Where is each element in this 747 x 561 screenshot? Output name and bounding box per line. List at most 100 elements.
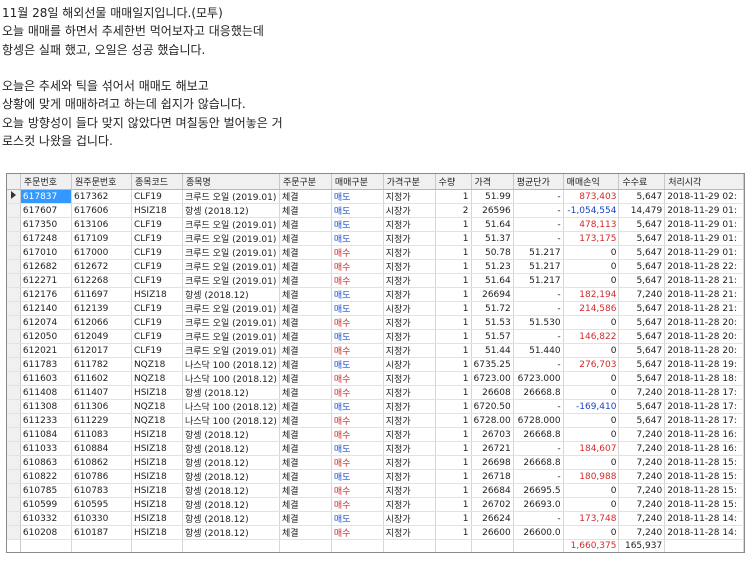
table-row[interactable]: 617350 613106 CLF19 크루드 오일 (2019.01) 체결 매도 지정가… [7, 217, 744, 232]
table-row[interactable]: 611084 611083 HSIZ18 항셍 (2018.12) 체결 매수 지정가 1 26… [7, 427, 744, 442]
column-header-time[interactable]: 처리시각 [664, 174, 744, 190]
cell-side: 매도 [331, 301, 384, 316]
column-header-price-type[interactable]: 가격구분 [383, 174, 436, 190]
column-header-order-no[interactable]: 주문번호 [20, 174, 73, 190]
row-indicator[interactable] [7, 497, 21, 512]
post-line: 상황에 맞게 매매하려고 하는데 쉽지가 않습니다. [2, 97, 246, 112]
row-indicator[interactable] [7, 483, 21, 498]
row-indicator[interactable] [7, 259, 21, 274]
cell-pnl: 146,822 [563, 329, 620, 344]
row-indicator[interactable] [7, 245, 21, 260]
row-indicator[interactable] [7, 357, 21, 372]
table-row[interactable]: 617837 617362 CLF19 크루드 오일 (2019.01) 체결 매도 지정가… [7, 189, 744, 204]
table-row[interactable]: 610599 610595 HSIZ18 항셍 (2018.12) 체결 매수 지정가 1 26… [7, 497, 744, 512]
total-fee: 165,937 [618, 539, 666, 552]
cell-price-type: 지정가 [383, 385, 436, 400]
cell-time: 2018-11-28 18: [664, 371, 744, 386]
post-line: 항셍은 실패 했고, 오일은 성공 했습니다. [2, 42, 206, 57]
table-row[interactable]: 611603 611602 NQZ18 나스닥 100 (2018.12) 체결 매수 지정… [7, 371, 744, 386]
table-row[interactable]: 617607 617606 HSIZ18 항셍 (2018.12) 체결 매도 시장가 2 26… [7, 203, 744, 218]
trade-grid[interactable]: 주문번호 원주문번호 종목코드 종목명 주문구분 매매구분 가격구분 수량 가격 평균단가 매매손익… [6, 173, 745, 553]
column-header-side[interactable]: 매매구분 [331, 174, 384, 190]
row-indicator[interactable] [7, 511, 21, 526]
cell-qty: 1 [435, 441, 472, 456]
cell-price-type: 지정가 [383, 469, 436, 484]
cell-fee: 5,647 [618, 357, 666, 372]
cell-fee: 7,240 [618, 455, 666, 470]
total-blank-cell [331, 539, 384, 552]
cell-order-type: 체결 [279, 259, 332, 274]
row-indicator[interactable] [7, 203, 21, 218]
cell-order-no: 610332 [20, 511, 73, 526]
row-indicator[interactable] [7, 301, 21, 316]
cell-orig-order-no: 612139 [71, 301, 132, 316]
table-row[interactable]: 611408 611407 HSIZ18 항셍 (2018.12) 체결 매수 지정가 1 26… [7, 385, 744, 400]
row-indicator[interactable] [7, 399, 21, 414]
row-indicator[interactable] [7, 469, 21, 484]
table-row[interactable]: 611308 611306 NQZ18 나스닥 100 (2018.12) 체결 매도 지정… [7, 399, 744, 414]
cell-qty: 1 [435, 231, 472, 246]
row-indicator[interactable] [7, 273, 21, 288]
row-indicator[interactable] [7, 189, 21, 204]
table-row[interactable]: 612140 612139 CLF19 크루드 오일 (2019.01) 체결 매도 시장가… [7, 301, 744, 316]
total-blank-cell [435, 539, 472, 552]
table-row[interactable]: 610863 610862 HSIZ18 항셍 (2018.12) 체결 매수 지정가 1 26… [7, 455, 744, 470]
row-indicator[interactable] [7, 343, 21, 358]
row-indicator[interactable] [7, 413, 21, 428]
column-header-qty[interactable]: 수량 [435, 174, 472, 190]
table-row[interactable]: 612021 612017 CLF19 크루드 오일 (2019.01) 체결 매수 지정가… [7, 343, 744, 358]
cell-orig-order-no: 611229 [71, 413, 132, 428]
row-indicator[interactable] [7, 371, 21, 386]
row-indicator[interactable] [7, 329, 21, 344]
cell-avg-price: 51.217 [513, 245, 564, 260]
table-row[interactable]: 612682 612672 CLF19 크루드 오일 (2019.01) 체결 매수 지정가… [7, 259, 744, 274]
cell-side: 매도 [331, 441, 384, 456]
cell-symbol: HSIZ18 [131, 469, 183, 484]
row-indicator[interactable] [7, 217, 21, 232]
table-row[interactable]: 617010 617000 CLF19 크루드 오일 (2019.01) 체결 매수 지정가… [7, 245, 744, 260]
table-row[interactable]: 611033 610884 HSIZ18 항셍 (2018.12) 체결 매도 지정가 1 26… [7, 441, 744, 456]
table-row[interactable]: 611233 611229 NQZ18 나스닥 100 (2018.12) 체결 매수 지정… [7, 413, 744, 428]
column-header-orig-order-no[interactable]: 원주문번호 [71, 174, 132, 190]
cell-order-type: 체결 [279, 231, 332, 246]
cell-price: 26624 [471, 511, 514, 526]
column-header-fee[interactable]: 수수료 [618, 174, 666, 190]
cell-symbol: CLF19 [131, 189, 183, 204]
cell-price: 51.57 [471, 329, 514, 344]
table-row[interactable]: 610208 610187 HSIZ18 항셍 (2018.12) 체결 매수 지정가 1 26… [7, 525, 744, 540]
cell-name: 크루드 오일 (2019.01) [182, 245, 280, 260]
column-header-name[interactable]: 종목명 [182, 174, 280, 190]
table-row[interactable]: 612176 611697 HSIZ18 항셍 (2018.12) 체결 매도 지정가 1 26… [7, 287, 744, 302]
row-indicator[interactable] [7, 385, 21, 400]
cell-order-no: 610822 [20, 469, 73, 484]
column-header-order-type[interactable]: 주문구분 [279, 174, 332, 190]
cell-price: 6723.00 [471, 371, 514, 386]
column-header-symbol[interactable]: 종목코드 [131, 174, 183, 190]
table-row[interactable]: 610332 610330 HSIZ18 항셍 (2018.12) 체결 매도 시장가 1 26… [7, 511, 744, 526]
row-indicator[interactable] [7, 525, 21, 540]
table-row[interactable]: 612050 612049 CLF19 크루드 오일 (2019.01) 체결 매도 지정가… [7, 329, 744, 344]
table-row[interactable]: 612074 612066 CLF19 크루드 오일 (2019.01) 체결 매수 지정가… [7, 315, 744, 330]
cell-qty: 1 [435, 329, 472, 344]
table-row[interactable]: 610785 610783 HSIZ18 항셍 (2018.12) 체결 매수 지정가 1 26… [7, 483, 744, 498]
total-blank-cell [383, 539, 436, 552]
row-indicator[interactable] [7, 315, 21, 330]
column-header-avg-price[interactable]: 평균단가 [513, 174, 564, 190]
table-row[interactable]: 617248 617109 CLF19 크루드 오일 (2019.01) 체결 매도 지정가… [7, 231, 744, 246]
row-indicator[interactable] [7, 441, 21, 456]
column-header-pnl[interactable]: 매매손익 [563, 174, 620, 190]
row-indicator[interactable] [7, 427, 21, 442]
table-row[interactable]: 612271 612268 CLF19 크루드 오일 (2019.01) 체결 매수 지정가… [7, 273, 744, 288]
table-row[interactable]: 610822 610786 HSIZ18 항셍 (2018.12) 체결 매도 지정가 1 26… [7, 469, 744, 484]
table-row[interactable]: 611783 611782 NQZ18 나스닥 100 (2018.12) 체결 매도 시장… [7, 357, 744, 372]
cell-time: 2018-11-28 15: [664, 497, 744, 512]
cell-symbol: CLF19 [131, 259, 183, 274]
cell-side: 매수 [331, 413, 384, 428]
cell-avg-price: - [513, 441, 564, 456]
column-header-price[interactable]: 가격 [471, 174, 514, 190]
row-indicator[interactable] [7, 231, 21, 246]
cell-order-type: 체결 [279, 385, 332, 400]
cell-fee: 7,240 [618, 287, 666, 302]
row-indicator[interactable] [7, 287, 21, 302]
row-indicator[interactable] [7, 455, 21, 470]
